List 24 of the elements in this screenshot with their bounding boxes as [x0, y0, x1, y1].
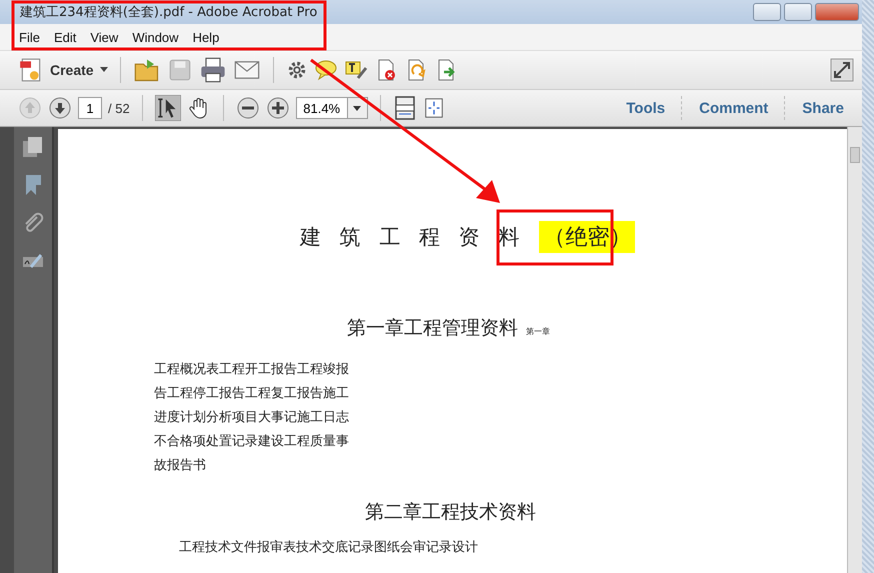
menu-item[interactable]: Window	[125, 30, 186, 44]
page-number-field[interactable]: 1	[78, 97, 102, 119]
body-text-line: 工程概况表工程开工报告工程竣报	[154, 361, 350, 379]
heading-note: 第一章	[526, 326, 550, 337]
menu-item[interactable]: Help	[186, 30, 226, 44]
pane-tab[interactable]: Tools	[616, 100, 676, 116]
body-text-line: 故报告书	[154, 457, 207, 475]
menu-item[interactable]: View	[83, 30, 126, 44]
create-button[interactable]: Create	[18, 57, 108, 83]
document-title: 建 筑 工 程 资 料	[300, 224, 526, 251]
chapter-heading: 第一章工程管理资料	[347, 316, 518, 341]
highlighted-text: （绝密）	[539, 221, 636, 253]
body-text-line: 不合格项处置记录建设工程质量事	[154, 433, 350, 451]
zoom-field[interactable]: 81.4%	[296, 97, 348, 119]
chapter-heading: 第二章工程技术资料	[365, 500, 536, 525]
page-count: / 52	[108, 100, 130, 116]
body-text-line: 进度计划分析项目大事记施工日志	[154, 409, 350, 427]
menu-item[interactable]: Edit	[46, 30, 84, 44]
pane-tab[interactable]: Share	[792, 100, 854, 116]
body-text-line: 告工程停工报告工程复工报告施工	[154, 385, 350, 403]
pane-tab[interactable]: Comment	[689, 100, 778, 116]
body-text-line: 工程技术文件报审表技术交底记录图纸会审记录设计	[179, 539, 479, 557]
menu-item[interactable]: File	[12, 30, 47, 44]
window-title: 建筑工234程资料(全套).pdf - Adobe Acrobat Pro	[20, 4, 318, 21]
